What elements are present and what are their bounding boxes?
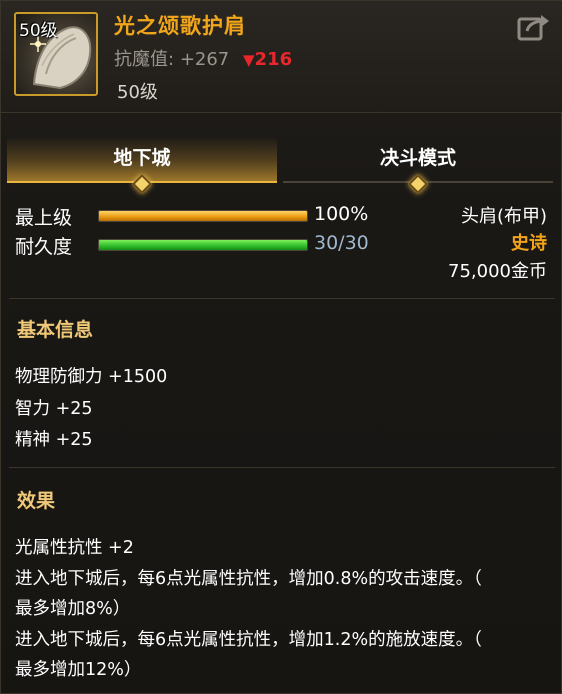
effect-line: 最多增加8%） <box>15 599 131 619</box>
tab-diamond-icon <box>132 174 152 194</box>
durability-label: 耐久度 <box>15 236 73 258</box>
basic-stat-line: 精神 +25 <box>15 430 93 450</box>
tab-dungeon-label: 地下城 <box>113 147 171 169</box>
magic-resist-diff-value: 216 <box>254 49 293 70</box>
durability-value: 30/30 <box>314 232 369 254</box>
item-name: 光之颂歌护肩 <box>114 14 246 38</box>
effect-line: 最多增加12%） <box>15 660 142 680</box>
down-arrow-icon: ▼ <box>243 51 255 69</box>
magic-resist-label: 抗魔值: <box>114 49 175 70</box>
tab-diamond-icon <box>408 174 428 194</box>
basic-stat-line: 智力 +25 <box>15 399 93 419</box>
durability-bar-row: 耐久度 30/30 <box>15 232 395 260</box>
magic-resist-line: 抗魔值: +267 ▼216 <box>114 45 292 71</box>
section-divider <box>9 298 555 299</box>
magic-resist-value: +267 <box>179 49 230 70</box>
effect-line: 进入地下城后，每6点光属性抗性，增加0.8%的攻击速度。（ <box>15 569 482 589</box>
tab-duel[interactable]: 决斗模式 <box>283 137 553 194</box>
effect-title: 效果 <box>17 490 56 512</box>
grade-bar-row: 最上级 100% <box>15 203 395 231</box>
item-icon: 50级 <box>14 12 98 96</box>
tab-duel-label: 决斗模式 <box>379 147 456 169</box>
durability-bar-fill <box>99 240 307 250</box>
basic-info-title: 基本信息 <box>17 319 94 341</box>
sell-price: 75,000金币 <box>448 261 547 282</box>
share-button[interactable] <box>517 13 551 41</box>
grade-bar-fill <box>99 211 307 221</box>
grade-bar <box>98 210 308 222</box>
effect-line: 光属性抗性 +2 <box>15 538 134 558</box>
section-divider <box>9 467 555 468</box>
share-export-icon <box>517 15 549 41</box>
mode-tabs: 地下城 决斗模式 <box>1 137 562 194</box>
item-level-badge: 50级 <box>19 21 58 41</box>
grade-label: 最上级 <box>15 207 73 229</box>
grade-value: 100% <box>314 203 369 225</box>
required-level: 50级 <box>117 82 158 103</box>
effect-line: 进入地下城后，每6点光属性抗性，增加1.2%的施放速度。（ <box>15 630 482 650</box>
item-header: 50级 光之颂歌护肩 抗魔值: +267 ▼216 50级 <box>1 1 562 113</box>
item-tooltip-panel: 50级 光之颂歌护肩 抗魔值: +267 ▼216 50级 地下城 决斗模式 最… <box>0 0 562 694</box>
tab-dungeon[interactable]: 地下城 <box>7 137 277 194</box>
rarity-label: 史诗 <box>511 233 547 254</box>
durability-bar <box>98 239 308 251</box>
basic-stat-line: 物理防御力 +1500 <box>15 367 168 387</box>
magic-resist-diff: ▼216 <box>243 49 292 70</box>
equip-slot-type: 头肩(布甲) <box>460 206 547 227</box>
